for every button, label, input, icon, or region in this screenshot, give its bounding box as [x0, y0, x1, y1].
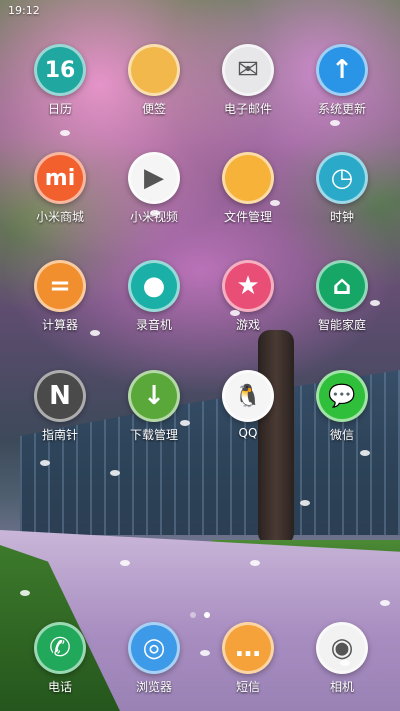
app-notes[interactable]: 便签: [114, 44, 194, 117]
folder-icon: [222, 152, 274, 204]
petal: [20, 590, 30, 596]
app-browser[interactable]: ◎ 浏览器: [114, 622, 194, 695]
page-dot[interactable]: [190, 612, 196, 618]
calendar-icon: 16: [34, 44, 86, 96]
video-glyph: ▶: [144, 163, 164, 193]
app-camera[interactable]: ◉ 相机: [302, 622, 382, 695]
video-icon: ▶: [128, 152, 180, 204]
messages-icon: …: [222, 622, 274, 674]
games-icon: ★: [222, 260, 274, 312]
app-label: 短信: [235, 680, 260, 694]
app-label: 智能家庭: [317, 318, 366, 332]
app-label: 日历: [47, 102, 72, 116]
notes-icon: [128, 44, 180, 96]
petal: [60, 130, 70, 136]
phone-icon: ✆: [34, 622, 86, 674]
petal: [300, 500, 310, 506]
app-label: 时钟: [329, 210, 354, 224]
petal: [120, 560, 130, 566]
wechat-glyph: 💬: [328, 383, 356, 409]
app-mail[interactable]: ✉ 电子邮件: [208, 44, 288, 117]
calculator-icon: =: [34, 260, 86, 312]
download-icon: ↓: [128, 370, 180, 422]
app-files[interactable]: 文件管理: [208, 152, 288, 225]
petal: [230, 310, 240, 316]
browser-glyph: ◎: [142, 633, 166, 663]
app-messages[interactable]: … 短信: [208, 622, 288, 695]
mail-glyph: ✉: [237, 55, 259, 85]
clock-icon: ◷: [316, 152, 368, 204]
recorder-icon: ●: [128, 260, 180, 312]
compass-icon: N: [34, 370, 86, 422]
smarthome-icon: ⌂: [316, 260, 368, 312]
app-qq[interactable]: 🐧 QQ: [208, 370, 288, 440]
petal: [270, 200, 280, 206]
app-update[interactable]: ↑ 系统更新: [302, 44, 382, 117]
petal: [380, 600, 390, 606]
qq-glyph: 🐧: [234, 383, 262, 409]
app-clock[interactable]: ◷ 时钟: [302, 152, 382, 225]
messages-glyph: …: [235, 633, 261, 663]
browser-icon: ◎: [128, 622, 180, 674]
petal: [40, 460, 50, 466]
update-glyph: ↑: [331, 55, 353, 85]
app-label: 文件管理: [223, 210, 272, 224]
petal: [360, 450, 370, 456]
app-label: 游戏: [235, 318, 260, 332]
petal: [340, 660, 350, 666]
app-label: 电子邮件: [223, 102, 272, 116]
update-icon: ↑: [316, 44, 368, 96]
app-mi-store[interactable]: mi 小米商城: [20, 152, 100, 225]
petal: [150, 210, 160, 216]
app-label: 相机: [329, 680, 354, 694]
app-downloads[interactable]: ↓ 下载管理: [114, 370, 194, 443]
app-label: 录音机: [135, 318, 172, 332]
calculator-glyph: =: [49, 271, 71, 301]
app-games[interactable]: ★ 游戏: [208, 260, 288, 333]
camera-glyph: ◉: [330, 633, 354, 663]
petal: [110, 470, 120, 476]
mi-store-glyph: mi: [44, 165, 76, 191]
app-smarthome[interactable]: ⌂ 智能家庭: [302, 260, 382, 333]
app-label: 浏览器: [135, 680, 172, 694]
page-dot[interactable]: [204, 612, 210, 618]
status-time: 19:12: [8, 4, 40, 17]
phone-glyph: ✆: [49, 633, 71, 663]
camera-icon: ◉: [316, 622, 368, 674]
app-label: QQ: [238, 426, 258, 440]
app-label: 小米商城: [35, 210, 84, 224]
petal: [200, 650, 210, 656]
app-recorder[interactable]: ● 录音机: [114, 260, 194, 333]
recorder-glyph: ●: [142, 271, 166, 301]
app-phone[interactable]: ✆ 电话: [20, 622, 100, 695]
compass-glyph: N: [49, 381, 71, 411]
petal: [180, 420, 190, 426]
wechat-icon: 💬: [316, 370, 368, 422]
petal: [90, 330, 100, 336]
app-label: 电话: [47, 680, 72, 694]
app-label: 微信: [329, 428, 354, 442]
app-calendar[interactable]: 16 日历: [20, 44, 100, 117]
petal: [370, 300, 380, 306]
petal: [330, 120, 340, 126]
app-compass[interactable]: N 指南针: [20, 370, 100, 443]
petal: [250, 560, 260, 566]
app-label: 便签: [141, 102, 166, 116]
games-glyph: ★: [236, 271, 260, 301]
clock-glyph: ◷: [330, 163, 354, 193]
app-wechat[interactable]: 💬 微信: [302, 370, 382, 443]
mail-icon: ✉: [222, 44, 274, 96]
download-glyph: ↓: [143, 381, 165, 411]
app-calculator[interactable]: = 计算器: [20, 260, 100, 333]
app-label: 指南针: [41, 428, 78, 442]
smarthome-glyph: ⌂: [332, 271, 352, 301]
status-bar: 19:12: [0, 0, 400, 22]
app-label: 下载管理: [129, 428, 178, 442]
qq-icon: 🐧: [222, 370, 274, 422]
mi-store-icon: mi: [34, 152, 86, 204]
app-label: 系统更新: [317, 102, 366, 116]
app-label: 计算器: [41, 318, 78, 332]
calendar-glyph: 16: [44, 57, 76, 83]
